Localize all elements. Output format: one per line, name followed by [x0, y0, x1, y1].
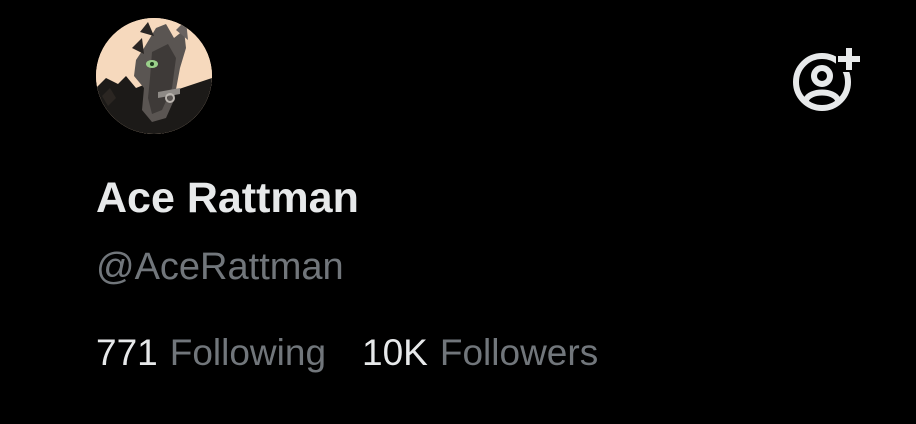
display-name: Ace Rattman	[96, 174, 359, 222]
add-person-icon[interactable]	[790, 42, 862, 114]
profile-header: Ace Rattman @AceRattman 771 Following 10K…	[0, 0, 916, 424]
followers-count: 10K	[362, 332, 428, 373]
following-count: 771	[96, 332, 158, 373]
following-link[interactable]: 771 Following	[96, 332, 326, 374]
avatar[interactable]	[96, 18, 212, 134]
followers-link[interactable]: 10K Followers	[362, 332, 598, 374]
followers-label: Followers	[439, 332, 599, 373]
horse-avatar-image	[96, 18, 212, 134]
follow-stats: 771 Following 10K Followers	[96, 332, 598, 374]
user-handle: @AceRattman	[96, 246, 344, 288]
following-label: Following	[169, 332, 327, 373]
